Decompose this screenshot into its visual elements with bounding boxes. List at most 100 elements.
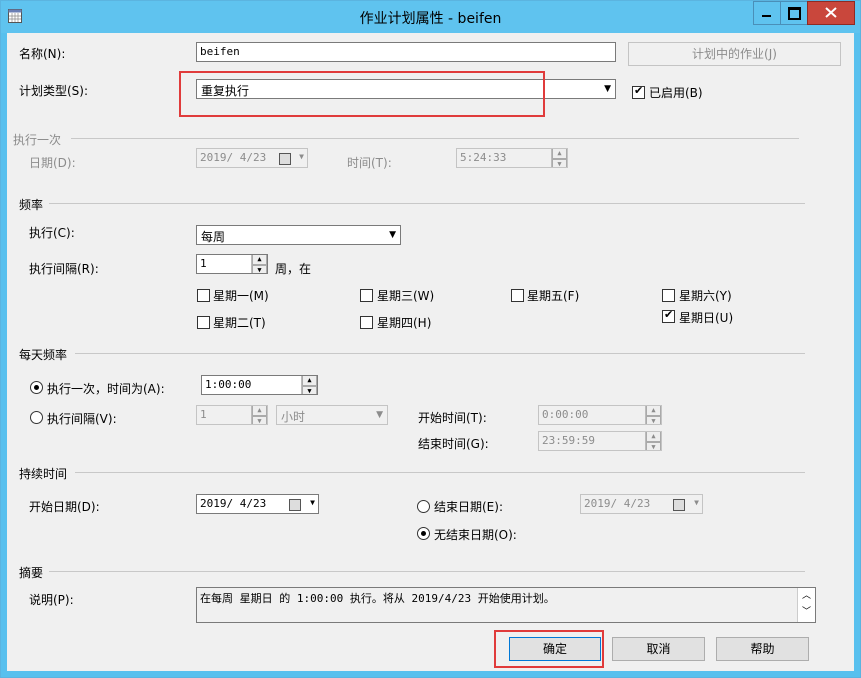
no-end-date-radio[interactable] <box>417 527 430 540</box>
daily-once-time-value: 1:00:00 <box>205 378 252 391</box>
daily-every-spinner[interactable]: ▲ ▼ <box>251 406 267 424</box>
scroll-up-icon[interactable]: ︿ <box>798 588 815 604</box>
enabled-label: 已启用(B) <box>649 86 703 100</box>
occurs-select[interactable]: 每周 ▼ <box>196 225 401 245</box>
monday-label: 星期一(M) <box>213 289 269 303</box>
dialog-window: 作业计划属性 - beifen 名称(N): beifen 计划中的作业(J) … <box>0 0 861 678</box>
name-label: 名称(N): <box>19 47 66 61</box>
duration-section-title: 持续时间 <box>19 467 68 481</box>
spin-down-icon: ▼ <box>552 159 567 167</box>
once-section-title: 执行一次 <box>13 133 62 147</box>
close-button[interactable] <box>807 1 855 25</box>
daily-once-time-input[interactable]: 1:00:00 ▲ ▼ <box>201 375 318 395</box>
wednesday-checkbox[interactable] <box>360 289 373 302</box>
once-time-label: 时间(T): <box>347 156 392 170</box>
radio-dot-icon <box>34 385 39 390</box>
daily-every-radio[interactable] <box>30 411 43 424</box>
daily-every-value: 1 <box>200 408 207 421</box>
end-date-label: 结束日期(E): <box>434 500 503 514</box>
once-time-input[interactable]: 5:24:33 ▲ ▼ <box>456 148 568 168</box>
cancel-button[interactable]: 取消 <box>612 637 705 661</box>
enabled-checkbox[interactable]: ✔ <box>632 84 645 99</box>
no-end-date-label: 无结束日期(O): <box>434 528 517 542</box>
spin-up-icon: ▲ <box>646 406 661 416</box>
end-date-radio[interactable] <box>417 500 430 513</box>
dialog-body: 名称(N): beifen 计划中的作业(J) 计划类型(S): 重复执行 ▼ … <box>7 33 854 671</box>
start-time-value: 0:00:00 <box>542 408 589 421</box>
scroll-down-icon[interactable]: ﹀ <box>798 604 815 620</box>
start-time-spinner[interactable]: ▲ ▼ <box>645 406 661 424</box>
frequency-divider <box>49 203 805 204</box>
start-time-label: 开始时间(T): <box>418 411 487 425</box>
title-bar[interactable]: 作业计划属性 - beifen <box>1 1 860 33</box>
chevron-down-icon: ▼ <box>376 410 383 420</box>
once-time-value: 5:24:33 <box>460 151 507 164</box>
description-label: 说明(P): <box>29 593 74 607</box>
once-date-value: 2019/ 4/23 <box>200 151 267 164</box>
checkmark-icon: ✔ <box>634 84 644 97</box>
thursday-label: 星期四(H) <box>377 316 432 330</box>
window-title: 作业计划属性 - beifen <box>359 11 502 27</box>
chevron-down-icon: ▼ <box>310 498 315 507</box>
saturday-checkbox[interactable] <box>662 289 675 302</box>
calendar-icon <box>289 499 301 511</box>
daily-divider <box>75 353 805 354</box>
recurs-spinner[interactable]: ▲ ▼ <box>251 255 267 273</box>
start-date-input[interactable]: 2019/ 4/23 ▼ <box>196 494 319 514</box>
description-scrollbar[interactable]: ︿ ﹀ <box>797 588 815 622</box>
end-time-value: 23:59:59 <box>542 434 595 447</box>
frequency-section-title: 频率 <box>19 198 44 212</box>
once-date-label: 日期(D): <box>29 156 76 170</box>
start-date-value: 2019/ 4/23 <box>200 497 267 510</box>
calendar-icon <box>279 153 291 165</box>
close-icon <box>825 7 837 18</box>
chevron-down-icon: ▼ <box>299 152 304 161</box>
end-time-spinner[interactable]: ▲ ▼ <box>645 432 661 450</box>
description-box[interactable]: 在每周 星期日 的 1:00:00 执行。将从 2019/4/23 开始使用计划… <box>196 587 816 623</box>
spin-down-icon: ▼ <box>252 416 267 424</box>
monday-checkbox[interactable] <box>197 289 210 302</box>
spin-down-icon: ▼ <box>646 442 661 450</box>
spin-down-icon: ▼ <box>302 386 317 394</box>
highlight-box-schedule-type <box>179 71 545 117</box>
daily-every-input[interactable]: 1 ▲ ▼ <box>196 405 268 425</box>
end-date-input[interactable]: 2019/ 4/23 ▼ <box>580 494 703 514</box>
friday-label: 星期五(F) <box>527 289 580 303</box>
daily-once-label: 执行一次，时间为(A): <box>47 382 165 396</box>
daily-every-label: 执行间隔(V): <box>47 412 117 426</box>
daily-once-radio[interactable] <box>30 381 43 394</box>
spin-down-icon: ▼ <box>646 416 661 424</box>
minimize-icon <box>762 15 771 17</box>
sunday-checkbox[interactable]: ✔ <box>662 308 675 323</box>
minimize-button[interactable] <box>753 1 781 25</box>
jobs-in-schedule-button[interactable]: 计划中的作业(J) <box>628 42 841 66</box>
duration-divider <box>75 472 805 473</box>
help-button[interactable]: 帮助 <box>716 637 809 661</box>
recurs-input[interactable]: 1 ▲ ▼ <box>196 254 268 274</box>
friday-checkbox[interactable] <box>511 289 524 302</box>
daily-once-spinner[interactable]: ▲ ▼ <box>301 376 317 394</box>
schedule-type-label: 计划类型(S): <box>19 84 89 98</box>
tuesday-checkbox[interactable] <box>197 316 210 329</box>
summary-divider <box>49 571 805 572</box>
spin-up-icon: ▲ <box>252 255 267 265</box>
spin-down-icon: ▼ <box>252 265 267 273</box>
occurs-label: 执行(C): <box>29 226 75 240</box>
name-input[interactable]: beifen <box>196 42 616 62</box>
once-date-input[interactable]: 2019/ 4/23 ▼ <box>196 148 308 168</box>
spin-up-icon: ▲ <box>552 149 567 159</box>
thursday-checkbox[interactable] <box>360 316 373 329</box>
wednesday-label: 星期三(W) <box>377 289 435 303</box>
occurs-value: 每周 <box>201 230 226 244</box>
spin-up-icon: ▲ <box>646 432 661 442</box>
calendar-icon <box>673 499 685 511</box>
radio-dot-icon <box>421 531 426 536</box>
end-time-input[interactable]: 23:59:59 ▲ ▼ <box>538 431 662 451</box>
recurs-unit: 周，在 <box>275 262 312 276</box>
daily-every-unit-value: 小时 <box>281 410 306 424</box>
start-time-input[interactable]: 0:00:00 ▲ ▼ <box>538 405 662 425</box>
maximize-button[interactable] <box>780 1 808 25</box>
saturday-label: 星期六(Y) <box>679 289 732 303</box>
daily-every-unit-select[interactable]: 小时 ▼ <box>276 405 388 425</box>
once-time-spinner[interactable]: ▲ ▼ <box>551 149 567 167</box>
